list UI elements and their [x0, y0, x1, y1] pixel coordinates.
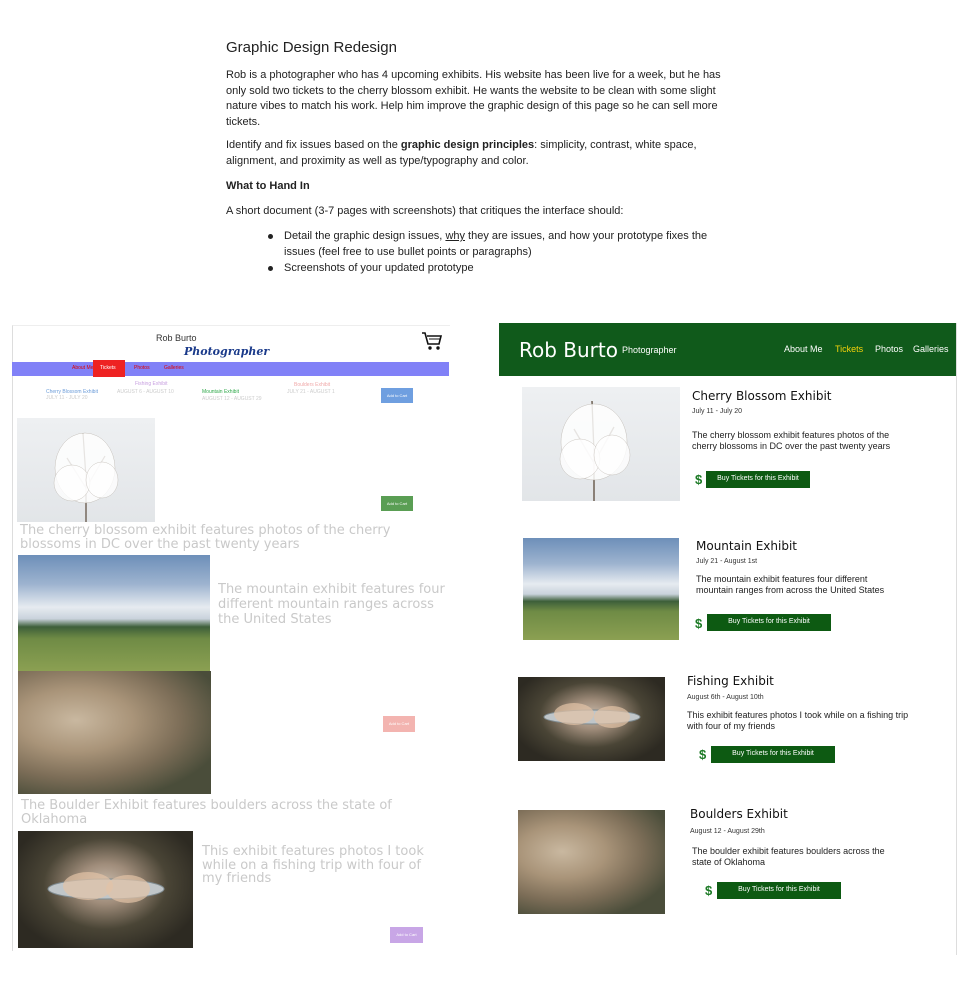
exhibit-dates: August 6th - August 10th: [687, 694, 764, 701]
dollar-icon: $: [695, 472, 703, 487]
new-nav-tickets[interactable]: Tickets: [835, 344, 863, 354]
old-fishing-photo: [18, 831, 193, 948]
old-exhibit-boulders-name: Boulders Exhibit: [294, 382, 331, 388]
intro-paragraph: Rob is a photographer who has 4 upcoming…: [226, 69, 721, 128]
old-exhibit-fishing-dates: AUGUST 6 - AUGUST 10: [117, 389, 174, 395]
new-site-tagline: Photographer: [622, 345, 677, 355]
exhibit-title: Boulders Exhibit: [690, 807, 788, 821]
hand-in-list: Detail the graphic design issues, why th…: [266, 229, 726, 278]
exhibit-dates: July 21 - August 1st: [696, 558, 758, 565]
exhibit-description: The boulder exhibit features boulders ac…: [692, 846, 885, 867]
old-nav-photos[interactable]: Photos: [134, 365, 150, 371]
new-nav-about[interactable]: About Me: [784, 344, 823, 354]
exhibit-dates: August 12 - August 29th: [690, 828, 765, 835]
old-add-to-cart-button[interactable]: Add to Cart: [383, 716, 415, 732]
new-cherry-photo: [522, 387, 680, 501]
new-nav-galleries[interactable]: Galleries: [913, 344, 949, 354]
old-add-to-cart-button[interactable]: Add to Cart: [381, 496, 413, 511]
new-fishing-photo: [518, 677, 665, 761]
old-exhibit-boulders-dates: JULY 21 - AUGUST 1: [287, 389, 335, 395]
old-site-name[interactable]: Rob Burto: [156, 333, 197, 343]
exhibit-description: This exhibit features photos I took whil…: [687, 710, 909, 731]
old-cherry-photo: [17, 418, 155, 522]
new-mountain-photo: [523, 538, 679, 640]
exhibit-dates: July 11 - July 20: [692, 408, 743, 415]
exhibit-description: The mountain exhibit features four diffe…: [696, 574, 885, 595]
buy-tickets-button[interactable]: Buy Tickets for this Exhibit: [711, 746, 835, 763]
principles-emphasis: graphic design principles: [400, 139, 535, 151]
list-item: Screenshots of your updated prototype: [266, 261, 726, 277]
principles-text-a: Identify and fix issues based on the: [226, 139, 401, 151]
dollar-icon: $: [699, 747, 707, 762]
principles-paragraph: Identify and fix issues based on the gra…: [226, 138, 726, 169]
exhibit-title: Mountain Exhibit: [696, 539, 797, 553]
old-add-to-cart-button[interactable]: Add to Cart: [390, 927, 423, 943]
exhibit-title: Cherry Blossom Exhibit: [692, 389, 832, 403]
old-exhibit-fishing-name: Fishing Exhibit: [135, 381, 168, 387]
new-boulder-photo: [518, 810, 665, 914]
document-title: Graphic Design Redesign: [226, 39, 397, 56]
old-exhibit-mountain-name: Mountain Exhibit: [202, 389, 239, 395]
buy-tickets-button[interactable]: Buy Tickets for this Exhibit: [706, 471, 810, 488]
list-item: Detail the graphic design issues, why th…: [266, 229, 726, 260]
buy-tickets-button[interactable]: Buy Tickets for this Exhibit: [717, 882, 841, 899]
exhibit-description: The cherry blossom exhibit features phot…: [692, 430, 891, 451]
exhibit-title: Fishing Exhibit: [687, 674, 774, 688]
old-site-tagline: Photographer: [184, 345, 270, 358]
cart-icon[interactable]: [421, 330, 443, 352]
new-site-name[interactable]: Rob Burto: [519, 338, 618, 362]
old-exhibit-cherry-dates: JULY 11 - JULY 20: [46, 395, 88, 401]
bullet1-text-a: Detail the graphic design issues,: [284, 230, 446, 242]
new-nav-photos[interactable]: Photos: [875, 344, 903, 354]
old-fishing-description: This exhibit features photos I took whil…: [202, 844, 424, 886]
old-add-to-cart-button[interactable]: Add to Cart: [381, 388, 413, 403]
old-nav-tickets[interactable]: Tickets: [100, 365, 116, 371]
dollar-icon: $: [695, 616, 703, 631]
buy-tickets-button[interactable]: Buy Tickets for this Exhibit: [707, 614, 831, 631]
old-cherry-description: The cherry blossom exhibit features phot…: [20, 523, 391, 552]
old-nav-galleries[interactable]: Galleries: [164, 365, 184, 371]
old-mountain-photo: [18, 555, 210, 671]
bullet1-underline: why: [445, 230, 465, 242]
old-exhibit-mountain-dates: AUGUST 12 - AUGUST 29: [202, 396, 262, 402]
hand-in-heading: What to Hand In: [226, 180, 310, 192]
old-boulder-description: The Boulder Exhibit features boulders ac…: [21, 798, 392, 827]
dollar-icon: $: [705, 883, 713, 898]
old-nav-about[interactable]: About Me: [72, 365, 93, 371]
hand-in-paragraph: A short document (3-7 pages with screens…: [226, 205, 624, 217]
old-boulder-photo: [18, 671, 211, 794]
old-mountain-description: The mountain exhibit features four diffe…: [218, 582, 445, 627]
